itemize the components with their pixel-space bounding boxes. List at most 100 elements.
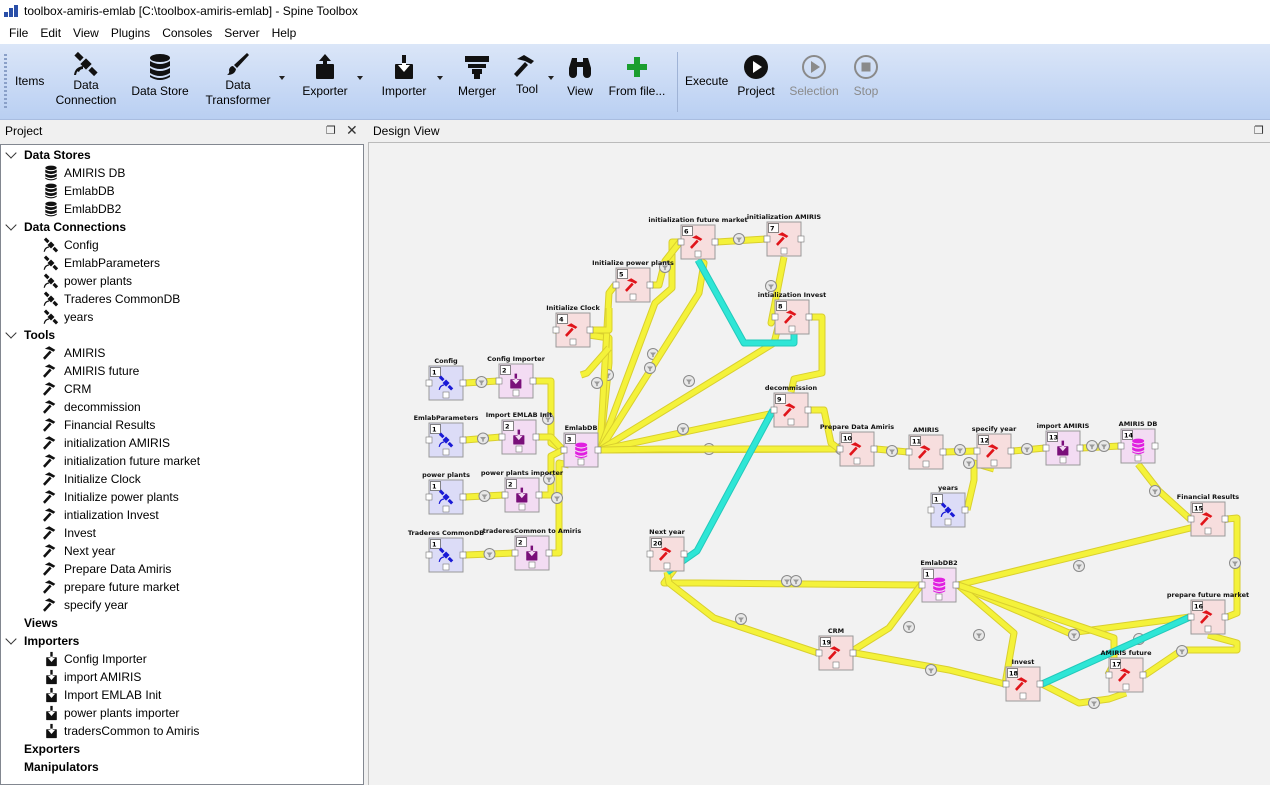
expand-chevron-icon[interactable] — [5, 633, 17, 645]
connector-bottom[interactable] — [528, 561, 536, 569]
connection-link[interactable] — [845, 582, 924, 657]
from-file-button[interactable]: From file... — [604, 44, 670, 120]
connector-right[interactable] — [459, 551, 467, 559]
connector-left[interactable] — [1002, 680, 1010, 688]
connector-bottom[interactable] — [442, 391, 450, 399]
connector-left[interactable] — [425, 551, 433, 559]
tree-item[interactable]: years — [42, 308, 93, 326]
connector-left[interactable] — [425, 379, 433, 387]
connector-right[interactable] — [797, 235, 805, 243]
execute-project-button[interactable]: Project — [733, 44, 779, 120]
node-traderes-imp[interactable]: 2 traderesCommon to Amiris — [483, 527, 582, 571]
connector-left[interactable] — [501, 491, 509, 499]
connector-left[interactable] — [927, 506, 935, 514]
connector-left[interactable] — [1117, 442, 1125, 450]
connector-left[interactable] — [560, 446, 568, 454]
stop-button[interactable]: Stop — [846, 44, 886, 120]
menu-server[interactable]: Server — [218, 26, 265, 40]
connector-bottom[interactable] — [442, 563, 450, 571]
node-init-future[interactable]: 6 initialization future market — [648, 216, 748, 260]
connector-right[interactable] — [459, 436, 467, 444]
project-panel-float-icon[interactable]: ❐ — [326, 124, 336, 137]
node-emlabparams[interactable]: 1 EmlabParameters — [414, 414, 479, 458]
connector-bottom[interactable] — [832, 661, 840, 669]
tree-item[interactable]: Invest — [42, 524, 96, 542]
connector-right[interactable] — [535, 491, 543, 499]
connector-bottom[interactable] — [922, 460, 930, 468]
connector-right[interactable] — [849, 649, 857, 657]
connector-bottom[interactable] — [935, 593, 943, 601]
connector-bottom[interactable] — [853, 457, 861, 465]
node-amirisdb[interactable]: 14 AMIRIS DB — [1117, 420, 1159, 464]
connector-left[interactable] — [973, 447, 981, 455]
tree-category-tools[interactable]: Tools — [24, 326, 55, 344]
connector-bottom[interactable] — [787, 418, 795, 426]
connector-right[interactable] — [1151, 442, 1159, 450]
connector-left[interactable] — [425, 493, 433, 501]
connector-bottom[interactable] — [788, 325, 796, 333]
data-connection-button[interactable]: Data Connection — [50, 44, 122, 120]
tree-item[interactable]: specify year — [42, 596, 128, 614]
connector-bottom[interactable] — [569, 338, 577, 346]
tree-item[interactable]: Initialize power plants — [42, 488, 179, 506]
connector-bottom[interactable] — [629, 293, 637, 301]
tree-item[interactable]: tradersCommon to Amiris — [42, 722, 199, 740]
menu-plugins[interactable]: Plugins — [105, 26, 156, 40]
menu-file[interactable]: File — [3, 26, 34, 40]
view-button[interactable]: View — [560, 44, 600, 120]
connector-bottom[interactable] — [518, 503, 526, 511]
tree-item[interactable]: power plants — [42, 272, 132, 290]
node-pp[interactable]: 1 power plants — [422, 471, 470, 515]
connector-left[interactable] — [1042, 444, 1050, 452]
connector-right[interactable] — [1076, 444, 1084, 452]
connector-bottom[interactable] — [442, 448, 450, 456]
node-years[interactable]: 1 years — [927, 484, 969, 528]
connector-left[interactable] — [1187, 613, 1195, 621]
connector-right[interactable] — [459, 493, 467, 501]
tree-category-data-connections[interactable]: Data Connections — [24, 218, 126, 236]
tree-item[interactable]: intialization Invest — [42, 506, 159, 524]
connector-right[interactable] — [680, 550, 688, 558]
connector-right[interactable] — [870, 445, 878, 453]
tree-item[interactable]: Traderes CommonDB — [42, 290, 180, 308]
connector-left[interactable] — [646, 550, 654, 558]
execute-selection-button[interactable]: Selection — [786, 44, 842, 120]
connector-right[interactable] — [1007, 447, 1015, 455]
node-specify-year[interactable]: 12 specify year — [972, 425, 1017, 469]
connector-left[interactable] — [770, 406, 778, 414]
connector-left[interactable] — [1105, 671, 1113, 679]
importer-button[interactable]: Importer — [372, 44, 436, 120]
project-panel-close-icon[interactable]: ✕ — [346, 122, 358, 139]
connector-bottom[interactable] — [1204, 527, 1212, 535]
connector-right[interactable] — [1221, 613, 1229, 621]
tree-item[interactable]: Financial Results — [42, 416, 155, 434]
connector-right[interactable] — [529, 377, 537, 385]
connector-bottom[interactable] — [663, 562, 671, 570]
node-config-imp[interactable]: 2 Config Importer — [487, 355, 546, 399]
connector-bottom[interactable] — [577, 458, 585, 466]
exporter-button[interactable]: Exporter — [294, 44, 356, 120]
expand-chevron-icon[interactable] — [5, 327, 17, 339]
connector-right[interactable] — [1221, 515, 1229, 523]
tree-item[interactable]: Config — [42, 236, 99, 254]
connector-left[interactable] — [905, 448, 913, 456]
project-tree[interactable]: Data Stores AMIRIS DB EmlabDB EmlabDB2 Data … — [0, 144, 364, 785]
connector-right[interactable] — [1036, 680, 1044, 688]
node-emlabdb2[interactable]: 1 EmlabDB2 — [918, 559, 960, 603]
node-config[interactable]: 1 Config — [425, 357, 467, 401]
connector-right[interactable] — [805, 313, 813, 321]
tree-item[interactable]: Config Importer — [42, 650, 147, 668]
connector-bottom[interactable] — [512, 389, 520, 397]
expand-chevron-icon[interactable] — [5, 147, 17, 159]
connector-left[interactable] — [677, 238, 685, 246]
tree-item[interactable]: AMIRIS future — [42, 362, 139, 380]
tree-category-importers[interactable]: Importers — [24, 632, 79, 650]
node-init-amiris[interactable]: 7 initialization AMIRIS — [747, 213, 821, 257]
connector-left[interactable] — [511, 549, 519, 557]
design-view-float-icon[interactable]: ❐ — [1254, 124, 1264, 137]
connector-bottom[interactable] — [944, 518, 952, 526]
connector-left[interactable] — [918, 581, 926, 589]
tree-item[interactable]: initialization AMIRIS — [42, 434, 170, 452]
connector-bottom[interactable] — [990, 459, 998, 467]
expand-chevron-icon[interactable] — [5, 219, 17, 231]
